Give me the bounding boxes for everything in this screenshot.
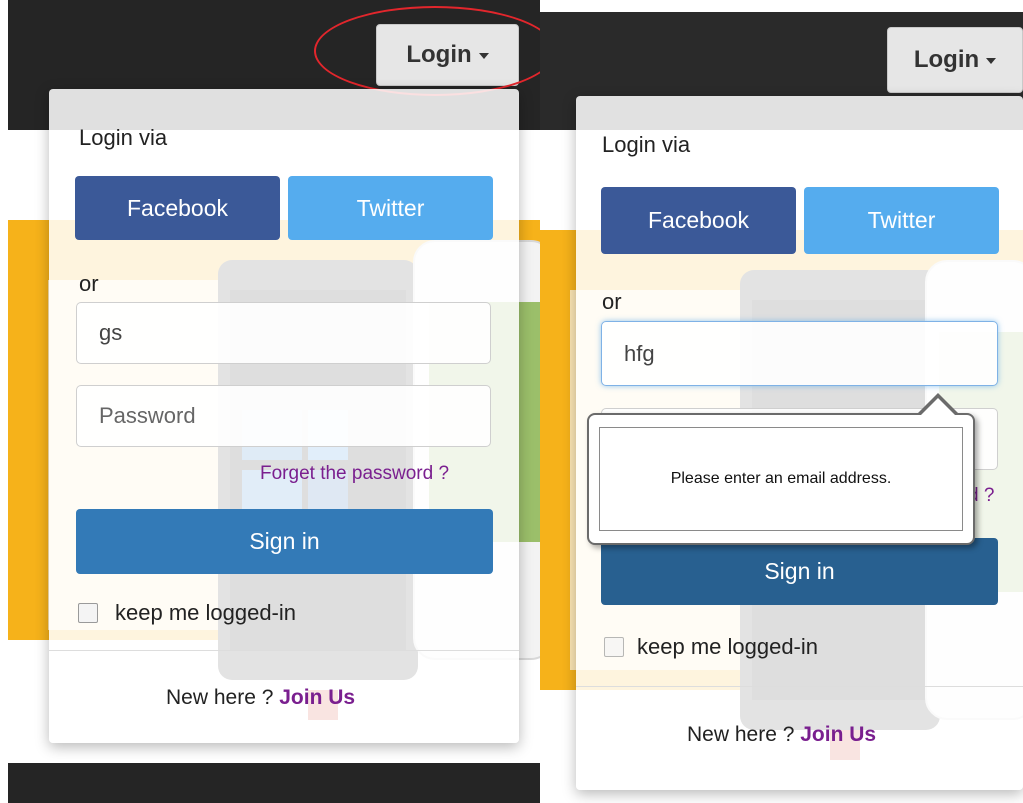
caret-down-icon <box>986 58 997 64</box>
twitter-label: Twitter <box>356 194 425 221</box>
email-field-value: hfg <box>624 340 655 366</box>
email-field[interactable]: hfg <box>601 321 998 386</box>
signup-prompt: New here ? Join Us <box>687 723 876 747</box>
signup-prompt: New here ? Join Us <box>166 686 355 710</box>
join-us-link[interactable]: Join Us <box>279 686 355 709</box>
login-dropdown-toggle[interactable]: Login <box>887 27 1023 93</box>
sign-in-button[interactable]: Sign in <box>76 509 493 574</box>
or-separator: or <box>79 271 99 296</box>
facebook-login-button[interactable]: Facebook <box>75 176 280 240</box>
tooltip-arrow-fill <box>919 398 957 417</box>
footer-divider <box>576 686 1023 687</box>
sign-in-label: Sign in <box>249 528 320 554</box>
keep-logged-in-checkbox[interactable] <box>78 603 98 623</box>
facebook-login-button[interactable]: Facebook <box>601 187 796 254</box>
validation-tooltip: Please enter an email address. <box>587 413 975 545</box>
email-field[interactable]: gs <box>76 302 491 364</box>
keep-logged-in-label: keep me logged-in <box>637 634 819 659</box>
facebook-label: Facebook <box>647 207 749 233</box>
new-here-text: New here ? <box>166 686 274 709</box>
right-screenshot-panel: Login Login via Facebook Twitter or hfg … <box>540 0 1023 803</box>
highlight-ellipse <box>314 6 540 96</box>
login-dropdown-menu: Login via Facebook Twitter or gs Passwor… <box>49 89 519 743</box>
or-separator: or <box>602 289 622 314</box>
sign-in-button[interactable]: Sign in <box>601 538 998 605</box>
twitter-label: Twitter <box>867 207 936 233</box>
twitter-login-button[interactable]: Twitter <box>288 176 493 240</box>
footer-divider <box>49 650 519 651</box>
sign-in-label: Sign in <box>764 558 835 584</box>
login-toggle-label: Login <box>913 46 980 73</box>
forgot-password-link[interactable]: Forget the password ? <box>260 463 449 485</box>
validation-message-box: Please enter an email address. <box>599 427 963 531</box>
password-field[interactable]: Password <box>76 385 491 447</box>
login-via-label: Login via <box>602 132 691 157</box>
twitter-login-button[interactable]: Twitter <box>804 187 999 254</box>
left-screenshot-panel: Login Login via Facebook Twitter or gs P… <box>0 0 540 803</box>
keep-logged-in-label: keep me logged-in <box>115 600 297 625</box>
login-via-label: Login via <box>79 125 168 150</box>
validation-message: Please enter an email address. <box>670 470 892 487</box>
password-placeholder: Password <box>99 403 196 428</box>
new-here-text: New here ? <box>687 723 795 746</box>
bottom-bar <box>8 763 540 803</box>
email-field-value: gs <box>99 320 123 345</box>
keep-logged-in-checkbox[interactable] <box>604 637 624 657</box>
facebook-label: Facebook <box>126 194 228 221</box>
join-us-link[interactable]: Join Us <box>800 723 876 746</box>
